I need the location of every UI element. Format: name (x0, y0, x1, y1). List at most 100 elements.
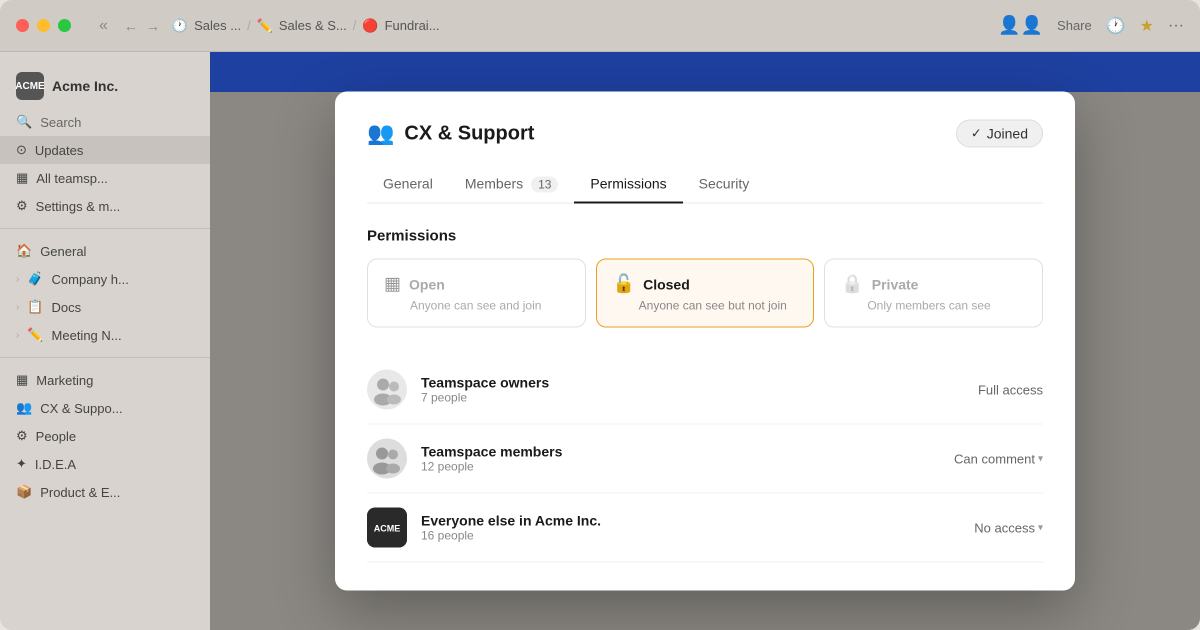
sidebar-item-docs[interactable]: › 📋 Docs (0, 293, 210, 321)
marketing-icon: ▦ (16, 372, 28, 388)
permission-cards: ▦ Open Anyone can see and join 🔓 Closed (367, 259, 1043, 328)
perm-card-private[interactable]: 🔒 Private Only members can see (824, 259, 1043, 328)
everyone-access-label: No access (974, 520, 1035, 535)
joined-label: Joined (987, 126, 1028, 142)
role-row-members: Teamspace members 12 people Can comment … (367, 425, 1043, 494)
sidebar-item-cx-support[interactable]: 👥 CX & Suppo... (0, 394, 210, 422)
sidebar-item-all-teamspaces[interactable]: ▦ All teamsp... (0, 164, 210, 192)
members-info: Teamspace members 12 people (421, 444, 940, 474)
product-label: Product & E... (40, 485, 120, 500)
breadcrumb-edit-icon: ✏️ (257, 18, 273, 34)
members-name: Teamspace members (421, 444, 940, 460)
acme-avatar: ACME (367, 508, 407, 548)
tab-security[interactable]: Security (683, 166, 766, 204)
people-icon: ⚙ (16, 428, 28, 444)
perm-card-closed-header: 🔓 Closed (613, 274, 798, 295)
sidebar-item-product[interactable]: 📦 Product & E... (0, 478, 210, 506)
breadcrumb-item-1[interactable]: Sales ... (194, 18, 241, 33)
more-actions-icon[interactable]: ··· (1168, 17, 1184, 35)
meeting-icon: ✏️ (27, 327, 43, 343)
breadcrumb-sep-2: / (353, 18, 357, 33)
permissions-section-title: Permissions (367, 228, 1043, 245)
sidebar-item-marketing[interactable]: ▦ Marketing (0, 366, 210, 394)
docs-icon: 📋 (27, 299, 43, 315)
modal-tabs: General Members 13 Permissions Security (367, 166, 1043, 204)
closed-icon: 🔓 (613, 274, 635, 295)
private-icon: 🔒 (841, 274, 863, 295)
chevron-icon: › (16, 274, 19, 285)
breadcrumb-item-3[interactable]: Fundrai... (385, 18, 440, 33)
updates-icon: ⊙ (16, 142, 27, 158)
open-title: Open (409, 276, 445, 292)
cx-icon: 👥 (16, 400, 32, 416)
collapse-sidebar-icon[interactable]: « (99, 17, 108, 35)
owners-access: Full access (978, 382, 1043, 397)
history-icon[interactable]: 🕐 (1106, 16, 1126, 36)
owners-avatar (367, 370, 407, 410)
everyone-access-dropdown[interactable]: No access ▾ (974, 520, 1043, 535)
chevron-down-icon-2: ▾ (1038, 522, 1043, 533)
breadcrumb-item-2[interactable]: Sales & S... (279, 18, 347, 33)
general-icon: 🏠 (16, 243, 32, 259)
cx-label: CX & Suppo... (40, 401, 122, 416)
idea-label: I.D.E.A (35, 457, 76, 472)
owners-count: 7 people (421, 391, 964, 405)
workspace-icon: ACME (16, 72, 44, 100)
members-count: 12 people (421, 460, 940, 474)
nav-forward-icon[interactable]: → (146, 18, 160, 34)
tab-members[interactable]: Members 13 (449, 166, 575, 204)
sidebar-search[interactable]: 🔍 Search (0, 108, 210, 136)
perm-card-open[interactable]: ▦ Open Anyone can see and join (367, 259, 586, 328)
nav-back-icon[interactable]: ← (124, 18, 138, 34)
modal-title-group: 👥 CX & Support (367, 121, 534, 147)
marketing-label: Marketing (36, 373, 93, 388)
sidebar-item-people[interactable]: ⚙ People (0, 422, 210, 450)
members-access-dropdown[interactable]: Can comment ▾ (954, 451, 1043, 466)
maximize-button[interactable] (58, 19, 71, 32)
private-title: Private (872, 276, 919, 292)
settings-icon: ⚙ (16, 198, 28, 214)
people-label: People (36, 429, 76, 444)
sidebar-item-company[interactable]: › 🧳 Company h... (0, 265, 210, 293)
star-icon[interactable]: ★ (1140, 16, 1154, 36)
sidebar-item-general[interactable]: 🏠 General (0, 237, 210, 265)
breadcrumb: 🕐 Sales ... / ✏️ Sales & S... / 🔴 Fundra… (172, 18, 440, 34)
modal-header: 👥 CX & Support ✓ Joined (367, 120, 1043, 148)
teamspaces-icon: ▦ (16, 170, 28, 186)
close-button[interactable] (16, 19, 29, 32)
sidebar-item-settings[interactable]: ⚙ Settings & m... (0, 192, 210, 220)
sidebar-divider-2 (0, 357, 210, 358)
avatar-group: 👤👤 (998, 15, 1043, 36)
everyone-count: 16 people (421, 529, 960, 543)
sidebar-item-updates[interactable]: ⊙ Updates (0, 136, 210, 164)
everyone-info: Everyone else in Acme Inc. 16 people (421, 513, 960, 543)
sidebar-divider (0, 228, 210, 229)
search-icon: 🔍 (16, 114, 32, 130)
product-icon: 📦 (16, 484, 32, 500)
sidebar: ACME Acme Inc. 🔍 Search ⊙ Updates ▦ All … (0, 52, 210, 630)
tab-general[interactable]: General (367, 166, 449, 204)
share-button[interactable]: Share (1057, 18, 1092, 33)
open-icon: ▦ (384, 274, 401, 295)
idea-icon: ✦ (16, 456, 27, 472)
meeting-chevron-icon: › (16, 330, 19, 341)
titlebar-actions: 👤👤 Share 🕐 ★ ··· (998, 15, 1184, 36)
minimize-button[interactable] (37, 19, 50, 32)
teamspaces-label: All teamsp... (36, 171, 108, 186)
check-icon: ✓ (971, 126, 982, 142)
sidebar-item-idea[interactable]: ✦ I.D.E.A (0, 450, 210, 478)
meeting-label: Meeting N... (52, 328, 122, 343)
members-badge: 13 (531, 177, 558, 193)
closed-title: Closed (643, 276, 690, 292)
joined-badge[interactable]: ✓ Joined (956, 120, 1043, 148)
company-icon: 🧳 (27, 271, 43, 287)
workspace-label[interactable]: ACME Acme Inc. (0, 64, 210, 108)
nav-controls: « ← → (99, 17, 160, 35)
tab-permissions[interactable]: Permissions (574, 166, 682, 204)
private-desc: Only members can see (841, 299, 1026, 313)
company-label: Company h... (52, 272, 129, 287)
perm-card-closed[interactable]: 🔓 Closed Anyone can see but not join (596, 259, 815, 328)
updates-label: Updates (35, 143, 83, 158)
sidebar-item-meeting[interactable]: › ✏️ Meeting N... (0, 321, 210, 349)
role-rows: Teamspace owners 7 people Full access (367, 356, 1043, 563)
